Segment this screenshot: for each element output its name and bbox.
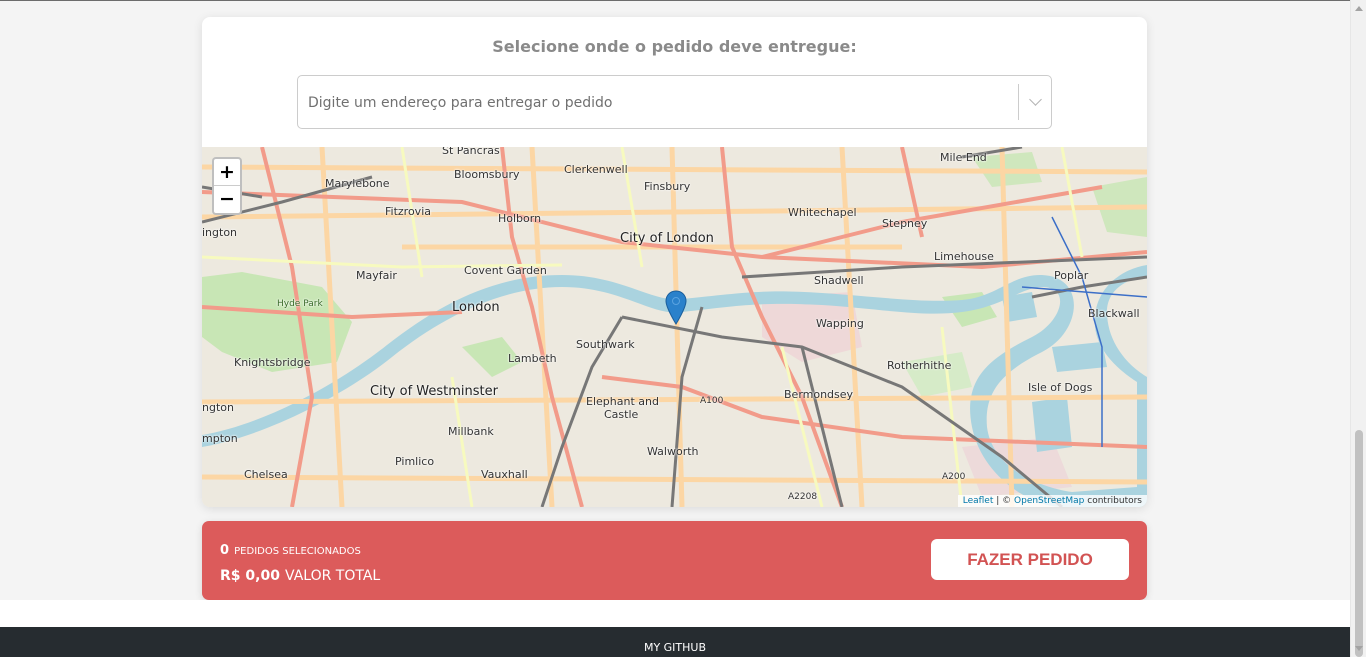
map-label-pimlico: Pimlico <box>395 455 435 468</box>
footer: MY GITHUB <box>0 627 1350 657</box>
map-label-a100: A100 <box>700 396 724 406</box>
total-amount: R$ 0,00 <box>220 568 280 584</box>
delivery-map[interactable]: St Pancras Clerkenwell Marylebone Blooms… <box>202 147 1147 507</box>
map-label-isle-of-dogs: Isle of Dogs <box>1028 381 1093 394</box>
map-label-poplar: Poplar <box>1054 269 1089 282</box>
map-label-shadwell: Shadwell <box>814 274 864 287</box>
map-attribution: Leaflet | © OpenStreetMap contributors <box>957 495 1147 507</box>
leaflet-link[interactable]: Leaflet <box>963 496 994 506</box>
selected-orders-count: 0 PEDIDOS SELECIONADOS <box>220 539 361 558</box>
total-label: VALOR TOTAL <box>285 568 381 584</box>
map-label-southwark: Southwark <box>576 338 635 351</box>
orders-count-value: 0 <box>220 543 230 558</box>
top-border <box>0 0 1350 1</box>
map-label-blackwall: Blackwall <box>1088 307 1140 320</box>
map-label-vauxhall: Vauxhall <box>481 468 528 481</box>
map-label-lambeth: Lambeth <box>508 352 557 365</box>
map-label-hyde-park: Hyde Park <box>277 299 323 309</box>
map-label-walworth: Walworth <box>647 445 699 458</box>
map-label-elephant-and: Elephant and <box>586 395 659 408</box>
address-input-placeholder[interactable]: Digite um endereço para entregar o pedid… <box>308 95 612 111</box>
chevron-down-icon[interactable] <box>1029 93 1042 106</box>
openstreetmap-link[interactable]: OpenStreetMap <box>1014 496 1084 506</box>
map-label-finsbury: Finsbury <box>644 180 691 193</box>
total-value: R$ 0,00 VALOR TOTAL <box>220 565 380 584</box>
map-label-stepney: Stepney <box>882 217 928 230</box>
attribution-contributors: contributors <box>1084 496 1142 506</box>
map-label-bermondsey: Bermondsey <box>784 388 854 401</box>
map-label-marylebone: Marylebone <box>325 177 390 190</box>
scroll-down-arrow-icon[interactable] <box>1355 646 1363 651</box>
map-label-millbank: Millbank <box>448 425 494 438</box>
delivery-card: Selecione onde o pedido deve entregue: D… <box>202 17 1147 507</box>
map-label-clerkenwell: Clerkenwell <box>564 163 628 176</box>
map-label-rotherhithe: Rotherhithe <box>887 359 952 372</box>
map-label-holborn: Holborn <box>498 212 542 225</box>
map-label-mpton: mpton <box>202 432 238 445</box>
map-label-london: London <box>452 300 500 315</box>
map-label-chelsea: Chelsea <box>244 468 288 481</box>
map-label-city-of-westminster: City of Westminster <box>370 384 498 399</box>
orders-count-label: PEDIDOS SELECIONADOS <box>234 546 361 557</box>
zoom-in-button[interactable]: + <box>214 159 240 186</box>
map-label-ngton: ngton <box>202 401 234 414</box>
map-label-castle: Castle <box>604 408 639 421</box>
page-scrollbar[interactable] <box>1350 0 1366 657</box>
delivery-title: Selecione onde o pedido deve entregue: <box>492 37 857 56</box>
github-link[interactable]: MY GITHUB <box>0 641 1350 654</box>
scroll-up-arrow-icon[interactable] <box>1355 6 1363 11</box>
place-order-button[interactable]: FAZER PEDIDO <box>931 539 1129 580</box>
map-label-wapping: Wapping <box>816 317 864 330</box>
map-label-st-pancras: St Pancras <box>442 147 500 157</box>
map-label-limehouse: Limehouse <box>934 250 994 263</box>
location-marker-icon[interactable] <box>665 290 687 325</box>
map-label-mile-end: Mile End <box>940 151 987 164</box>
address-select[interactable]: Digite um endereço para entregar o pedid… <box>297 75 1052 129</box>
order-summary-bar: 0 PEDIDOS SELECIONADOS R$ 0,00 VALOR TOT… <box>202 521 1147 600</box>
content-bottom-band <box>0 600 1350 627</box>
map-label-covent-garden: Covent Garden <box>464 264 547 277</box>
map-label-ington: ington <box>202 226 238 239</box>
map-label-a2208: A2208 <box>788 492 818 502</box>
scrollbar-thumb[interactable] <box>1355 430 1363 657</box>
map-label-a200: A200 <box>942 472 966 482</box>
map-label-whitechapel: Whitechapel <box>788 206 857 219</box>
map-label-fitzrovia: Fitzrovia <box>385 205 431 218</box>
zoom-out-button[interactable]: − <box>214 186 240 213</box>
attribution-separator: | © <box>993 496 1015 506</box>
map-label-knightsbridge: Knightsbridge <box>234 356 311 369</box>
map-label-city-of-london: City of London <box>620 231 714 246</box>
map-label-bloomsbury: Bloomsbury <box>454 168 520 181</box>
select-separator <box>1018 84 1019 120</box>
map-label-mayfair: Mayfair <box>356 269 397 282</box>
zoom-control: + − <box>212 157 242 215</box>
